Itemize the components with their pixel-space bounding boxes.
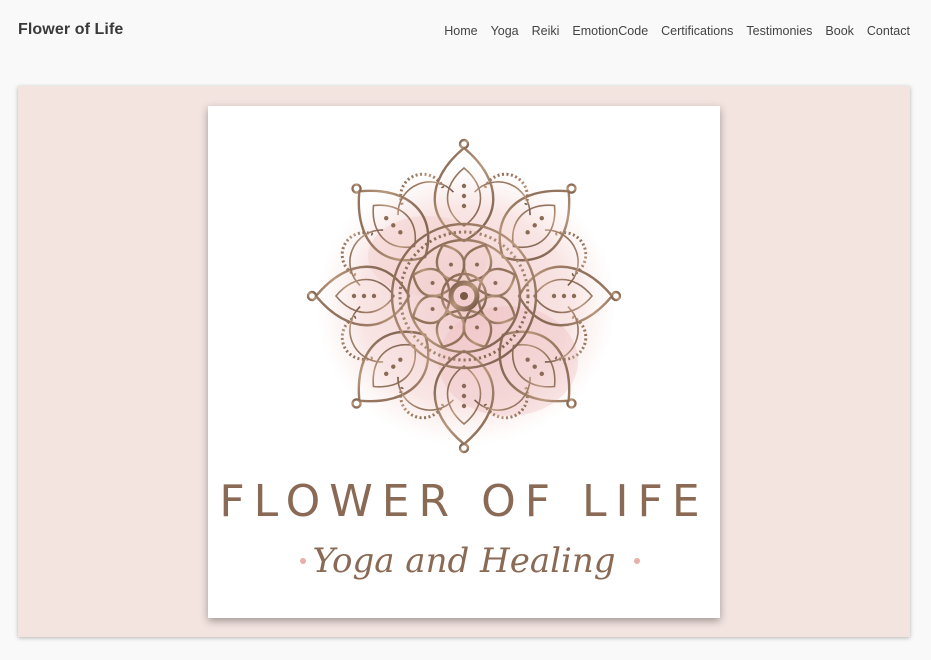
nav-emotioncode[interactable]: EmotionCode [572, 24, 648, 38]
main-nav: Home Yoga Reiki EmotionCode Certificatio… [431, 24, 910, 38]
tagline-dot-left [300, 558, 306, 564]
logo-tagline: Yoga and Healing [313, 541, 616, 581]
nav-yoga[interactable]: Yoga [491, 24, 519, 38]
tagline-dot-right [634, 558, 640, 564]
mandala-icon [306, 138, 622, 454]
nav-certifications[interactable]: Certifications [661, 24, 733, 38]
nav-home[interactable]: Home [444, 24, 477, 38]
nav-reiki[interactable]: Reiki [532, 24, 560, 38]
hero-banner: FLOWER OF LIFE Yoga and Healing [18, 86, 910, 637]
nav-book[interactable]: Book [825, 24, 854, 38]
site-header: Flower of Life Home Yoga Reiki EmotionCo… [0, 0, 931, 62]
nav-contact[interactable]: Contact [867, 24, 910, 38]
logo-image: FLOWER OF LIFE Yoga and Healing [219, 138, 708, 581]
logo-title: FLOWER OF LIFE [219, 476, 708, 527]
nav-testimonies[interactable]: Testimonies [746, 24, 812, 38]
brand-link[interactable]: Flower of Life [18, 21, 123, 39]
logo-card: FLOWER OF LIFE Yoga and Healing [208, 106, 720, 618]
